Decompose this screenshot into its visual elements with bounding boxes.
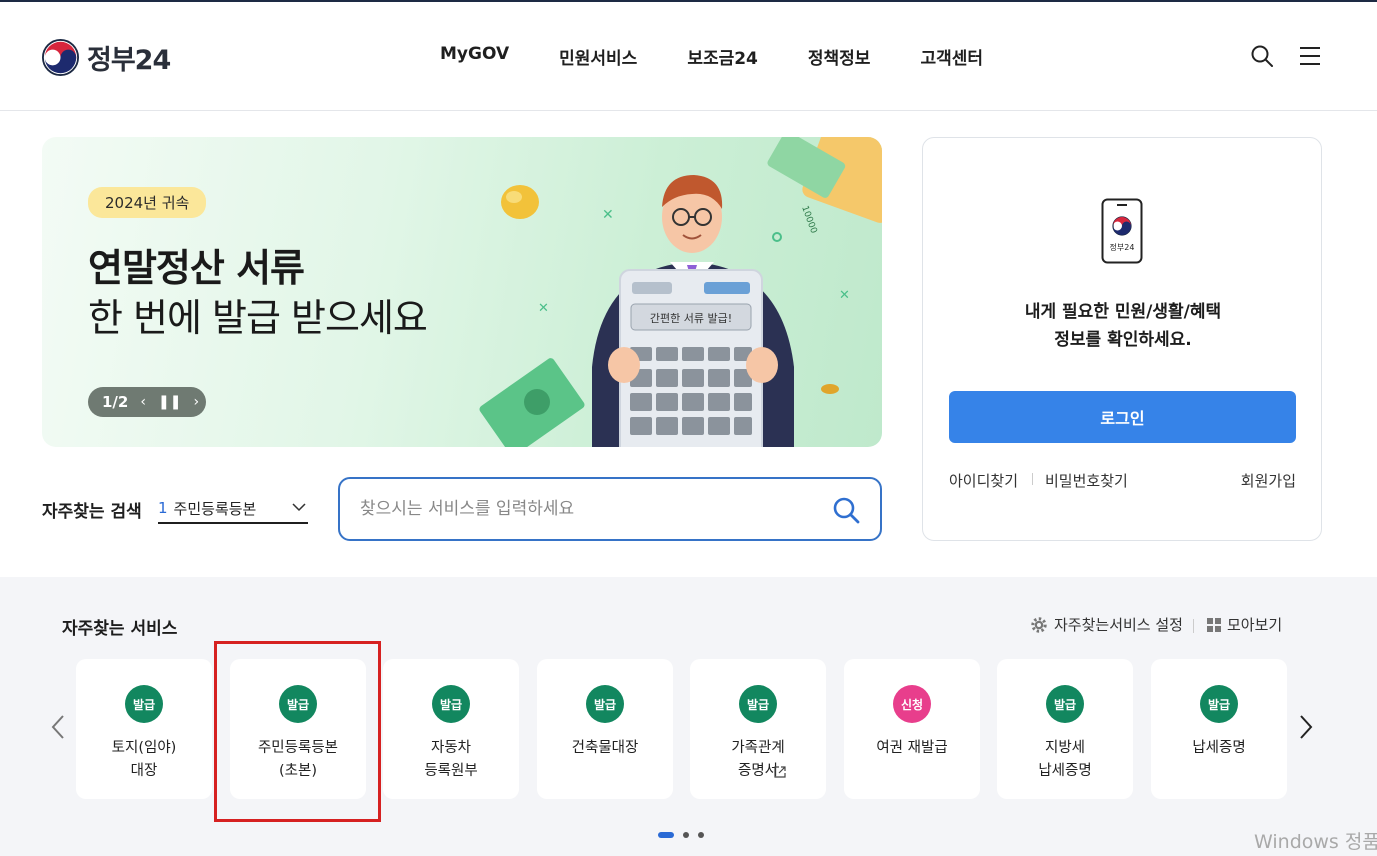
- banknote-top-text: 10000: [799, 205, 818, 236]
- carousel-dot[interactable]: [683, 832, 689, 838]
- service-label: 주민등록등본 (초본): [257, 740, 339, 779]
- carousel-dot[interactable]: [698, 832, 704, 838]
- toolbar-divider: [1193, 619, 1194, 633]
- prev-slide-icon[interactable]: ‹: [140, 394, 146, 410]
- login-card: 정부24 내게 필요한 민원/생활/혜택 정보를 확인하세요. 로그인 아이디찾…: [922, 137, 1322, 541]
- small-coin-shape: [821, 384, 839, 394]
- logo-text: 정부24: [87, 45, 171, 76]
- service-label: 지방세 납세증명: [1038, 740, 1092, 779]
- login-message-line2: 정보를 확인하세요.: [1054, 330, 1192, 350]
- pause-icon[interactable]: ❚❚: [158, 394, 181, 410]
- search-submit-icon[interactable]: [832, 496, 860, 524]
- svg-text:✕: ✕: [602, 207, 614, 223]
- services-settings-button[interactable]: 자주찾는서비스 설정: [1030, 614, 1183, 635]
- frequent-search-dropdown[interactable]: 1 주민등록등본: [158, 494, 308, 524]
- nav-civil-services[interactable]: 민원서비스: [559, 44, 637, 69]
- service-card[interactable]: 발급주민등록등본 (초본): [230, 659, 366, 799]
- service-tag: 발급: [125, 685, 163, 723]
- gear-icon: [1031, 616, 1047, 633]
- view-all-button[interactable]: 모아보기: [1207, 614, 1282, 635]
- service-tag: 발급: [1046, 685, 1084, 723]
- signup-link[interactable]: 회원가입: [1241, 470, 1296, 491]
- svg-text:✕: ✕: [839, 288, 850, 303]
- hamburger-menu-icon[interactable]: [1298, 44, 1322, 68]
- login-button[interactable]: 로그인: [949, 391, 1296, 443]
- chevron-down-icon: [292, 503, 306, 512]
- banner-illustration: 10000 ✕ ✕ ✕ 간편한 서류 발급!: [479, 137, 882, 447]
- phone-icon-label: 정부24: [1110, 242, 1135, 252]
- banner-badge: 2024년 귀속: [88, 187, 207, 218]
- mobile-app-icon: 정부24: [1101, 198, 1143, 264]
- service-label: 가족관계 증명서: [731, 740, 785, 779]
- link-divider: [1032, 473, 1033, 485]
- nav-subsidy24[interactable]: 보조금24: [687, 44, 758, 69]
- find-password-link[interactable]: 비밀번호찾기: [1045, 470, 1128, 491]
- service-label: 여권 재발급: [876, 740, 948, 756]
- search-input[interactable]: [360, 495, 820, 523]
- grid-icon: [1207, 617, 1221, 632]
- service-card[interactable]: 발급가족관계 증명서: [690, 659, 826, 799]
- coin-shape: [501, 185, 539, 219]
- service-tag: 발급: [739, 685, 777, 723]
- nav-mygov[interactable]: MyGOV: [440, 44, 509, 69]
- site-header: 정부24 MyGOV 민원서비스 보조금24 정책정보 고객센터: [0, 2, 1377, 111]
- service-card[interactable]: 발급납세증명: [1151, 659, 1287, 799]
- find-id-link[interactable]: 아이디찾기: [949, 470, 1018, 491]
- nav-policy-info[interactable]: 정책정보: [808, 44, 871, 69]
- carousel-dot[interactable]: [658, 832, 674, 838]
- calculator-screen-text: 간편한 서류 발급!: [650, 312, 732, 325]
- taegeuk-logo-icon: [42, 39, 79, 76]
- chevron-left-icon[interactable]: [48, 713, 68, 741]
- service-label: 토지(임야) 대장: [111, 740, 177, 779]
- login-message: 내게 필요한 민원/생활/혜택 정보를 확인하세요.: [923, 298, 1323, 354]
- service-label: 납세증명: [1192, 740, 1246, 756]
- service-card[interactable]: 발급자동차 등록원부: [383, 659, 519, 799]
- service-card[interactable]: 발급건축물대장: [537, 659, 673, 799]
- service-card[interactable]: 신청여권 재발급: [844, 659, 980, 799]
- service-card[interactable]: 발급지방세 납세증명: [997, 659, 1133, 799]
- login-message-line1: 내게 필요한 민원/생활/혜택: [1024, 302, 1222, 322]
- service-tag: 신청: [893, 685, 931, 723]
- frequent-services-section: 자주찾는 서비스 자주찾는서비스 설정 모아보기 발급 토지(임야) 대장 발급 주민…: [0, 577, 1377, 856]
- service-label: 건축물대장: [571, 740, 639, 756]
- carousel-dots: [658, 832, 713, 838]
- svg-text:✕: ✕: [538, 301, 549, 316]
- service-card[interactable]: 발급토지(임야) 대장: [76, 659, 212, 799]
- logo[interactable]: 정부24: [42, 38, 171, 77]
- view-all-label: 모아보기: [1227, 616, 1283, 634]
- service-tag: 발급: [279, 685, 317, 723]
- services-settings-label: 자주찾는서비스 설정: [1054, 616, 1183, 634]
- banner-title: 연말정산 서류: [88, 246, 305, 290]
- chevron-right-icon[interactable]: [1296, 713, 1316, 741]
- frequent-search-rank: 1: [158, 499, 168, 517]
- service-tag: 발급: [586, 685, 624, 723]
- main-nav: MyGOV 민원서비스 보조금24 정책정보 고객센터: [440, 44, 1033, 69]
- frequent-search-label: 자주찾는 검색: [42, 502, 142, 522]
- search-box: [338, 477, 882, 541]
- external-link-icon: [774, 766, 786, 778]
- service-label: 자동차 등록원부: [424, 740, 478, 779]
- promo-banner[interactable]: 2024년 귀속 연말정산 서류 한 번에 발급 받으세요 1/2 ‹ ❚❚ ›…: [42, 137, 882, 447]
- os-watermark: Windows 정품: [1254, 831, 1377, 853]
- section-title: 자주찾는 서비스: [62, 619, 178, 639]
- search-icon[interactable]: [1250, 44, 1274, 68]
- service-tag: 발급: [1200, 685, 1238, 723]
- banner-pager: 1/2 ‹ ❚❚ ›: [88, 387, 206, 417]
- next-slide-icon[interactable]: ›: [193, 394, 199, 410]
- nav-customer-center[interactable]: 고객센터: [920, 44, 983, 69]
- banner-subtitle: 한 번에 발급 받으세요: [88, 296, 428, 340]
- banner-page-indicator: 1/2: [102, 393, 129, 411]
- frequent-search-keyword: 주민등록등본: [173, 499, 257, 518]
- service-tag: 발급: [432, 685, 470, 723]
